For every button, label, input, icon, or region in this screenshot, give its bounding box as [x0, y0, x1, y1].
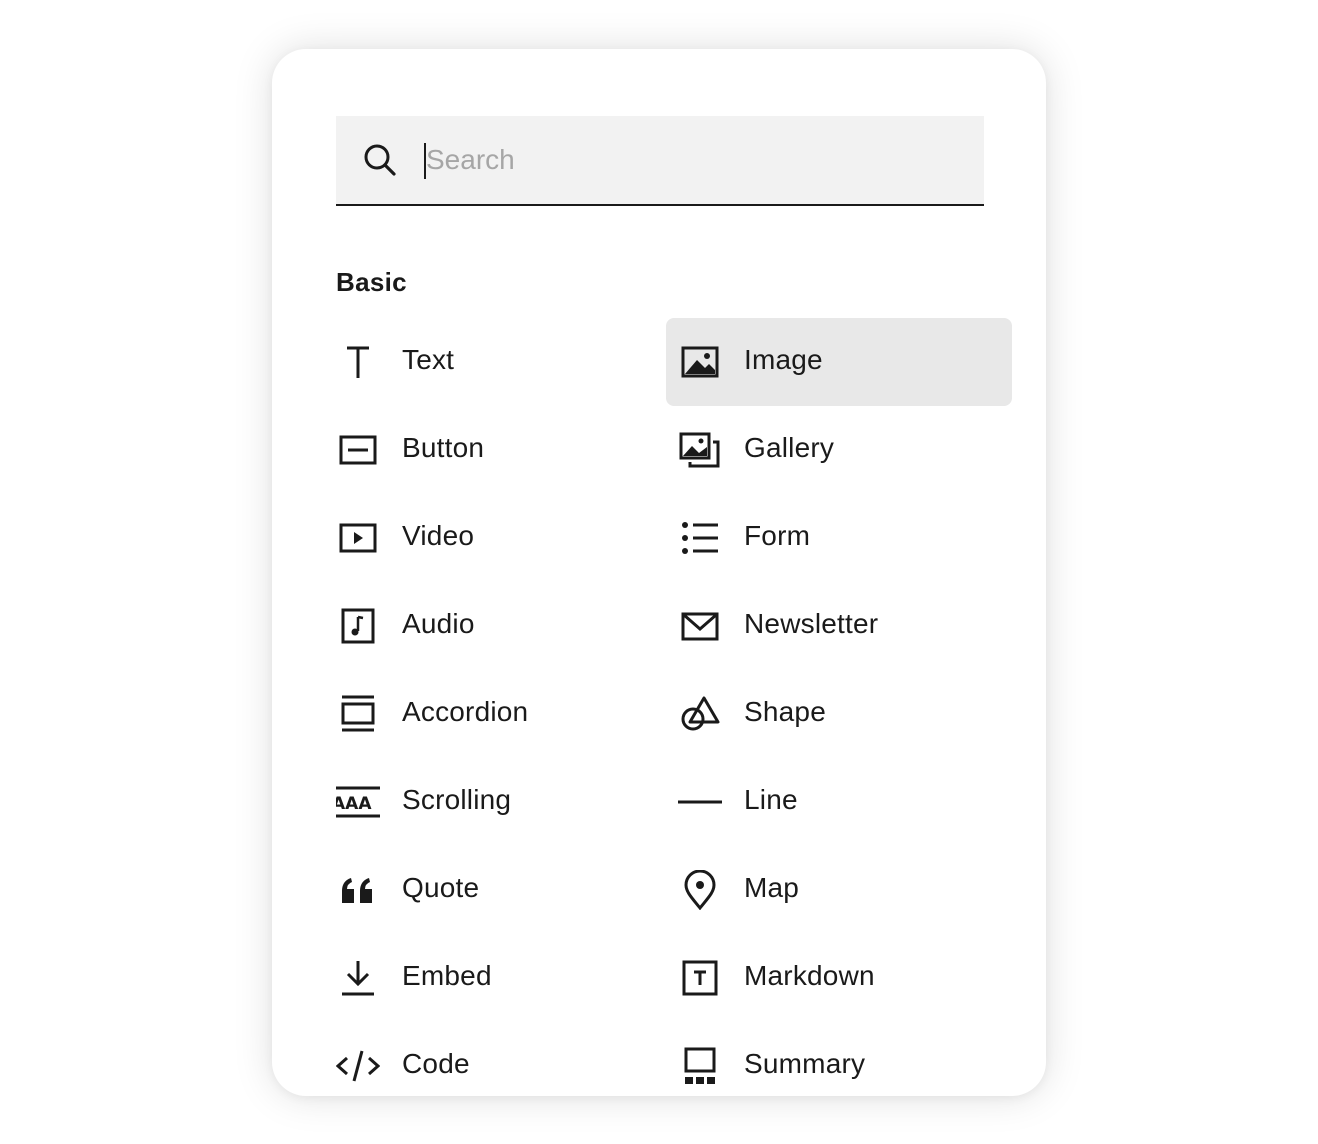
block-item-markdown[interactable]: Markdown: [666, 934, 1012, 1022]
section-title: Basic: [336, 267, 407, 297]
video-icon: [336, 518, 380, 558]
block-item-label: Markdown: [744, 960, 875, 991]
shape-icon: [678, 694, 722, 734]
block-item-map[interactable]: Map: [666, 846, 1012, 934]
svg-text:AAA: AAA: [336, 794, 372, 814]
search-bar[interactable]: [336, 116, 984, 206]
form-icon: [678, 518, 722, 558]
block-item-label: Audio: [402, 608, 475, 639]
block-item-label: Text: [402, 344, 455, 375]
block-item-label: Summary: [744, 1048, 866, 1079]
block-item-label: Image: [744, 344, 823, 375]
block-item-label: Gallery: [744, 432, 835, 463]
block-item-embed[interactable]: Embed: [324, 934, 670, 1022]
block-item-quote[interactable]: Quote: [324, 846, 670, 934]
block-item-label: Button: [402, 432, 485, 463]
block-item-label: Map: [744, 872, 800, 903]
block-item-newsletter[interactable]: Newsletter: [666, 582, 1012, 670]
block-item-scrolling[interactable]: AAA Scrolling: [324, 758, 670, 846]
block-item-label: Shape: [744, 696, 826, 727]
text-icon: [336, 342, 380, 382]
block-picker-panel: Basic Text Button Video Audio: [272, 49, 1046, 1096]
quote-icon: [336, 870, 380, 910]
embed-icon: [336, 958, 380, 998]
block-item-image[interactable]: Image: [666, 318, 1012, 406]
newsletter-icon: [678, 606, 722, 646]
markdown-icon: [678, 958, 722, 998]
accordion-icon: [336, 694, 380, 734]
image-icon: [678, 342, 722, 382]
block-item-video[interactable]: Video: [324, 494, 670, 582]
search-input[interactable]: [424, 136, 944, 184]
block-item-gallery[interactable]: Gallery: [666, 406, 1012, 494]
block-item-accordion[interactable]: Accordion: [324, 670, 670, 758]
map-icon: [678, 870, 722, 910]
block-item-label: Line: [744, 784, 798, 815]
block-item-label: Scrolling: [402, 784, 512, 815]
summary-icon: [678, 1046, 722, 1086]
block-item-label: Code: [402, 1048, 470, 1079]
block-item-label: Accordion: [402, 696, 529, 727]
block-item-label: Embed: [402, 960, 492, 991]
block-item-line[interactable]: Line: [666, 758, 1012, 846]
block-item-button[interactable]: Button: [324, 406, 670, 494]
block-item-shape[interactable]: Shape: [666, 670, 1012, 758]
search-icon: [362, 142, 398, 178]
block-item-label: Quote: [402, 872, 480, 903]
block-item-summary[interactable]: Summary: [666, 1022, 1012, 1096]
block-item-audio[interactable]: Audio: [324, 582, 670, 670]
block-item-label: Newsletter: [744, 608, 879, 639]
block-item-label: Form: [744, 520, 811, 551]
block-item-text[interactable]: Text: [324, 318, 670, 406]
code-icon: [336, 1046, 380, 1086]
scrolling-icon: AAA: [336, 782, 380, 822]
button-icon: [336, 430, 380, 470]
gallery-icon: [678, 430, 722, 470]
line-icon: [678, 782, 722, 822]
block-item-form[interactable]: Form: [666, 494, 1012, 582]
block-item-code[interactable]: Code: [324, 1022, 670, 1096]
block-item-label: Video: [402, 520, 475, 551]
audio-icon: [336, 606, 380, 646]
